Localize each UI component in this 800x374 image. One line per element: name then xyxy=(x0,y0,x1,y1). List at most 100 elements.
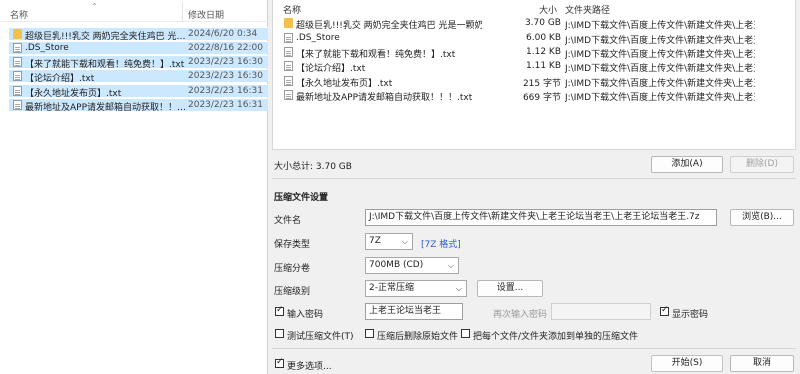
column-separator[interactable] xyxy=(182,2,183,22)
text-file-icon xyxy=(13,86,22,96)
file-name: 【论坛介绍】.txt xyxy=(25,74,95,84)
item-name: 【永久地址发布页】.txt xyxy=(296,79,393,89)
file-name: .DS_Store xyxy=(25,43,69,53)
compression-level-select[interactable]: 2-正常压缩 ⌵ xyxy=(365,280,467,297)
delete-button[interactable]: 删除(D) xyxy=(730,156,794,173)
list-header-name[interactable]: 名称 xyxy=(283,3,301,16)
text-file-icon xyxy=(13,57,22,67)
item-size: 215 字节 xyxy=(522,79,561,89)
explorer-row[interactable]: 【来了就能下载和观看！纯免费！】.txt 2023/2/23 16:30 xyxy=(9,55,268,70)
test-archive-label: 测试压缩文件(T) xyxy=(287,332,354,342)
item-size: 6.00 KB xyxy=(526,33,561,43)
list-item[interactable]: 超级巨乳!!!乳交 两奶完全夹住鸡巴 光是一颗奶就... 3.70 GB J:\… xyxy=(283,17,793,31)
enter-password-label: 输入密码 xyxy=(287,310,324,320)
explorer-row[interactable]: 【永久地址发布页】.txt 2023/2/23 16:31 xyxy=(9,84,268,99)
list-header-size[interactable]: 大小 xyxy=(539,3,557,16)
compression-level-label: 压缩级别 xyxy=(274,287,311,297)
text-file-icon xyxy=(13,71,22,81)
total-size-label: 大小总计: 3.70 GB xyxy=(274,162,352,172)
column-header-name[interactable]: 名称 xyxy=(10,8,28,21)
selected-value: 2-正常压缩 xyxy=(369,283,414,293)
list-item[interactable]: 最新地址及APP请发邮箱自动获取！！！.txt 669 字节 J:\IMD下载文… xyxy=(283,89,793,103)
split-volume-select[interactable]: 700MB (CD) ⌵ xyxy=(365,257,459,274)
more-options-checkbox[interactable] xyxy=(275,357,284,368)
filename-field[interactable]: J:\IMD下载文件\百度上传文件\新建文件夹\上老王论坛当老王\上老王论坛当老… xyxy=(365,209,717,226)
separate-archives-checkbox[interactable] xyxy=(461,329,470,338)
list-item[interactable]: 【来了就能下载和观看！纯免费！】.txt 1.12 KB J:\IMD下载文件\… xyxy=(283,46,793,60)
item-size: 3.70 GB xyxy=(524,18,561,28)
divider xyxy=(272,348,796,349)
file-date: 2023/2/23 16:31 xyxy=(188,100,263,110)
explorer-row[interactable]: 【论坛介绍】.txt 2023/2/23 16:30 xyxy=(9,69,268,84)
archive-type-label: 保存类型 xyxy=(274,240,311,250)
enter-password-checkbox[interactable] xyxy=(275,305,284,316)
start-button[interactable]: 开始(S) xyxy=(651,355,723,372)
delete-after-checkbox[interactable] xyxy=(365,329,374,338)
password-field[interactable]: 上老王论坛当老王 xyxy=(365,303,463,320)
test-archive-checkbox[interactable] xyxy=(275,329,284,338)
item-name: 超级巨乳!!!乳交 两奶完全夹住鸡巴 光是一颗奶就... xyxy=(296,21,482,31)
text-file-icon xyxy=(284,90,293,100)
divider xyxy=(272,178,796,179)
show-password-checkbox[interactable] xyxy=(660,305,669,316)
settings-button[interactable]: 设置... xyxy=(477,280,543,297)
text-file-icon xyxy=(13,100,22,110)
list-header-path[interactable]: 文件夹路径 xyxy=(565,3,610,16)
format-link[interactable]: [7Z 格式] xyxy=(421,237,461,250)
filename-label: 文件名 xyxy=(274,216,302,226)
file-list-header: 名称 大小 文件夹路径 xyxy=(273,3,797,16)
explorer-row[interactable]: .DS_Store 2022/8/16 22:00 xyxy=(9,41,268,54)
file-date: 2024/6/20 0:34 xyxy=(188,29,258,39)
item-name: 【论坛介绍】.txt xyxy=(296,64,366,74)
archive-type-select[interactable]: 7Z ⌵ xyxy=(365,233,413,250)
chevron-down-icon: ⌵ xyxy=(401,237,408,246)
list-item[interactable]: .DS_Store 6.00 KB J:\IMD下载文件\百度上传文件\新建文件… xyxy=(283,32,793,46)
item-path: J:\IMD下载文件\百度上传文件\新建文件夹\上老王... xyxy=(565,93,755,103)
separate-archives-label: 把每个文件/文件夹添加到单独的压缩文件 xyxy=(473,332,639,342)
file-icon xyxy=(13,43,22,53)
item-size: 1.12 KB xyxy=(526,47,561,57)
browse-button[interactable]: 浏览(B)... xyxy=(730,209,794,226)
list-item[interactable]: 【永久地址发布页】.txt 215 字节 J:\IMD下载文件\百度上传文件\新… xyxy=(283,75,793,89)
show-password-label: 显示密码 xyxy=(672,310,709,320)
more-options-label: 更多选项... xyxy=(287,362,332,372)
file-name: 最新地址及APP请发邮箱自动获取！！！... xyxy=(25,103,187,113)
chevron-down-icon: ⌵ xyxy=(455,284,462,293)
item-path: J:\IMD下载文件\百度上传文件\新建文件夹\上老王... xyxy=(565,64,755,74)
text-file-icon xyxy=(284,76,293,86)
chevron-down-icon: ⌵ xyxy=(447,261,454,270)
item-name: 【来了就能下载和观看！纯免费！】.txt xyxy=(296,50,456,60)
item-size: 1.11 KB xyxy=(526,61,561,71)
selected-value: 700MB (CD) xyxy=(369,260,424,270)
text-file-icon xyxy=(284,47,293,57)
add-button[interactable]: 添加(A) xyxy=(651,156,723,173)
item-path: J:\IMD下载文件\百度上传文件\新建文件夹\上老王... xyxy=(565,21,755,31)
explorer-row[interactable]: 最新地址及APP请发邮箱自动获取！！！... 2023/2/23 16:31 xyxy=(9,98,268,113)
delete-after-label: 压缩后删除原始文件 xyxy=(377,332,459,342)
item-path: J:\IMD下载文件\百度上传文件\新建文件夹\上老王... xyxy=(565,36,755,46)
item-name: .DS_Store xyxy=(296,33,340,43)
file-date: 2022/8/16 22:00 xyxy=(188,43,263,53)
folder-icon xyxy=(284,18,293,28)
list-item[interactable]: 【论坛介绍】.txt 1.11 KB J:\IMD下载文件\百度上传文件\新建文… xyxy=(283,60,793,74)
explorer-column-header: 名称 ⌃ 修改日期 xyxy=(0,0,268,22)
folder-icon xyxy=(13,29,22,39)
item-path: J:\IMD下载文件\百度上传文件\新建文件夹\上老王... xyxy=(565,79,755,89)
sort-ascending-icon: ⌃ xyxy=(91,2,98,11)
explorer-row[interactable]: 超级巨乳!!!乳交 两奶完全夹住鸡巴 光是... 2024/6/20 0:34 xyxy=(9,27,268,42)
item-size: 669 字节 xyxy=(522,93,561,103)
file-date: 2023/2/23 16:30 xyxy=(188,71,263,81)
item-name: 最新地址及APP请发邮箱自动获取！！！.txt xyxy=(296,93,473,103)
item-path: J:\IMD下载文件\百度上传文件\新建文件夹\上老王... xyxy=(565,50,755,60)
split-volume-label: 压缩分卷 xyxy=(274,264,311,274)
file-date: 2023/2/23 16:31 xyxy=(188,86,263,96)
column-header-date[interactable]: 修改日期 xyxy=(188,8,224,21)
repeat-password-field xyxy=(551,303,651,320)
file-explorer-pane: 名称 ⌃ 修改日期 超级巨乳!!!乳交 两奶完全夹住鸡巴 光是... 2024/… xyxy=(0,0,268,374)
section-title: 压缩文件设置 xyxy=(274,193,329,203)
text-file-icon xyxy=(284,61,293,71)
archive-file-list[interactable]: 名称 大小 文件夹路径 超级巨乳!!!乳交 两奶完全夹住鸡巴 光是一颗奶就...… xyxy=(272,0,796,150)
file-date: 2023/2/23 16:30 xyxy=(188,57,263,67)
cancel-button[interactable]: 取消 xyxy=(730,355,794,372)
file-icon xyxy=(284,33,293,43)
